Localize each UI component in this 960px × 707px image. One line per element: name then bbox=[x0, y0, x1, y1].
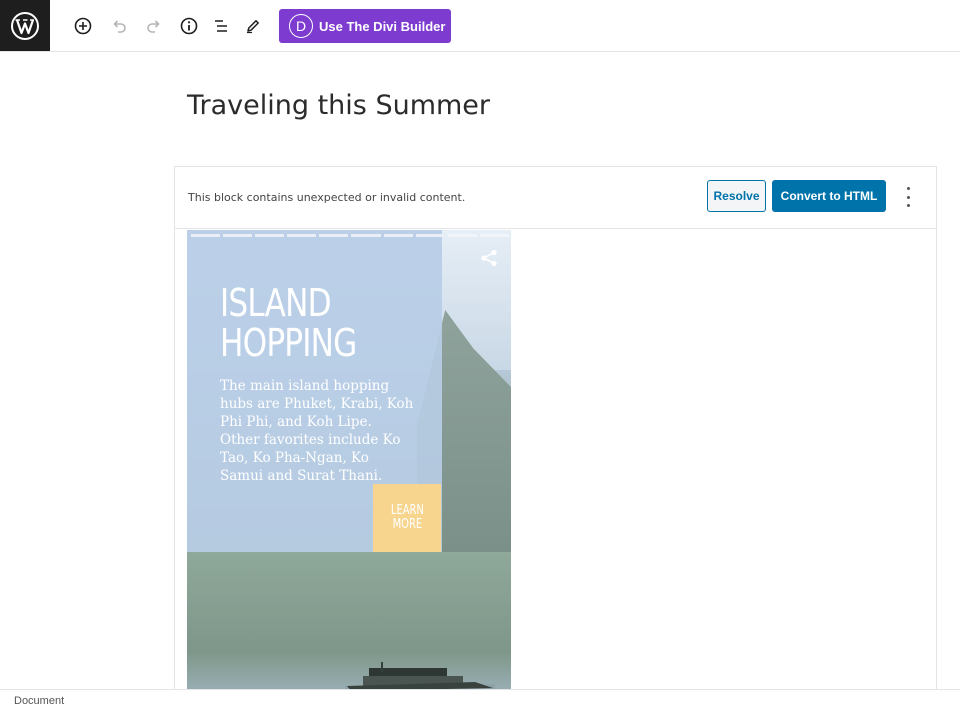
more-options-icon[interactable] bbox=[901, 187, 915, 207]
progress-segment bbox=[447, 234, 477, 237]
block-warning-message: This block contains unexpected or invali… bbox=[188, 191, 466, 204]
plus-circle-icon bbox=[74, 17, 92, 35]
info-icon bbox=[180, 17, 198, 35]
block-navigation-button[interactable] bbox=[209, 14, 233, 38]
progress-segment bbox=[191, 234, 221, 237]
progress-segment bbox=[351, 234, 381, 237]
use-divi-builder-button[interactable]: D Use The Divi Builder bbox=[279, 9, 451, 43]
wordpress-icon bbox=[11, 11, 39, 40]
editor-footer: Document bbox=[0, 689, 960, 707]
story-progress-bar bbox=[191, 234, 509, 237]
learn-more-line2: MORE bbox=[392, 517, 422, 532]
share-icon[interactable] bbox=[479, 248, 499, 268]
progress-segment bbox=[415, 234, 445, 237]
story-heading-line2: HOPPING bbox=[220, 321, 357, 365]
learn-more-line1: LEARN bbox=[390, 503, 424, 518]
redo-icon bbox=[147, 20, 160, 33]
add-block-button[interactable] bbox=[71, 14, 95, 38]
divi-button-label: Use The Divi Builder bbox=[319, 18, 446, 34]
story-heading: ISLAND HOPPING bbox=[220, 283, 400, 363]
story-heading-line1: ISLAND bbox=[220, 281, 332, 325]
resolve-button[interactable]: Resolve bbox=[707, 180, 766, 212]
progress-segment bbox=[319, 234, 349, 237]
undo-button[interactable] bbox=[107, 14, 131, 38]
progress-segment bbox=[479, 234, 509, 237]
convert-to-html-button[interactable]: Convert to HTML bbox=[772, 180, 886, 212]
wordpress-logo-button[interactable] bbox=[0, 0, 50, 51]
block-warning-bar: This block contains unexpected or invali… bbox=[175, 167, 936, 229]
story-body-text: The main island hopping hubs are Phuket,… bbox=[220, 378, 414, 484]
web-story-preview: ISLAND HOPPING The main island hopping h… bbox=[187, 230, 511, 695]
edit-mode-button[interactable] bbox=[241, 14, 265, 38]
list-view-icon bbox=[215, 20, 227, 32]
learn-more-button[interactable]: LEARN MORE bbox=[373, 484, 441, 552]
pencil-icon bbox=[247, 20, 259, 34]
progress-segment bbox=[255, 234, 285, 237]
content-info-button[interactable] bbox=[177, 14, 201, 38]
editor-toolbar: D Use The Divi Builder bbox=[0, 0, 960, 52]
block-breadcrumb[interactable]: Document bbox=[14, 695, 64, 707]
divi-logo-icon: D bbox=[289, 14, 313, 38]
redo-button[interactable] bbox=[142, 14, 166, 38]
progress-segment bbox=[287, 234, 317, 237]
undo-icon bbox=[113, 20, 126, 33]
progress-segment bbox=[223, 234, 253, 237]
invalid-html-block[interactable]: This block contains unexpected or invali… bbox=[174, 166, 937, 696]
post-title[interactable]: Traveling this Summer bbox=[187, 90, 490, 121]
progress-segment bbox=[383, 234, 413, 237]
